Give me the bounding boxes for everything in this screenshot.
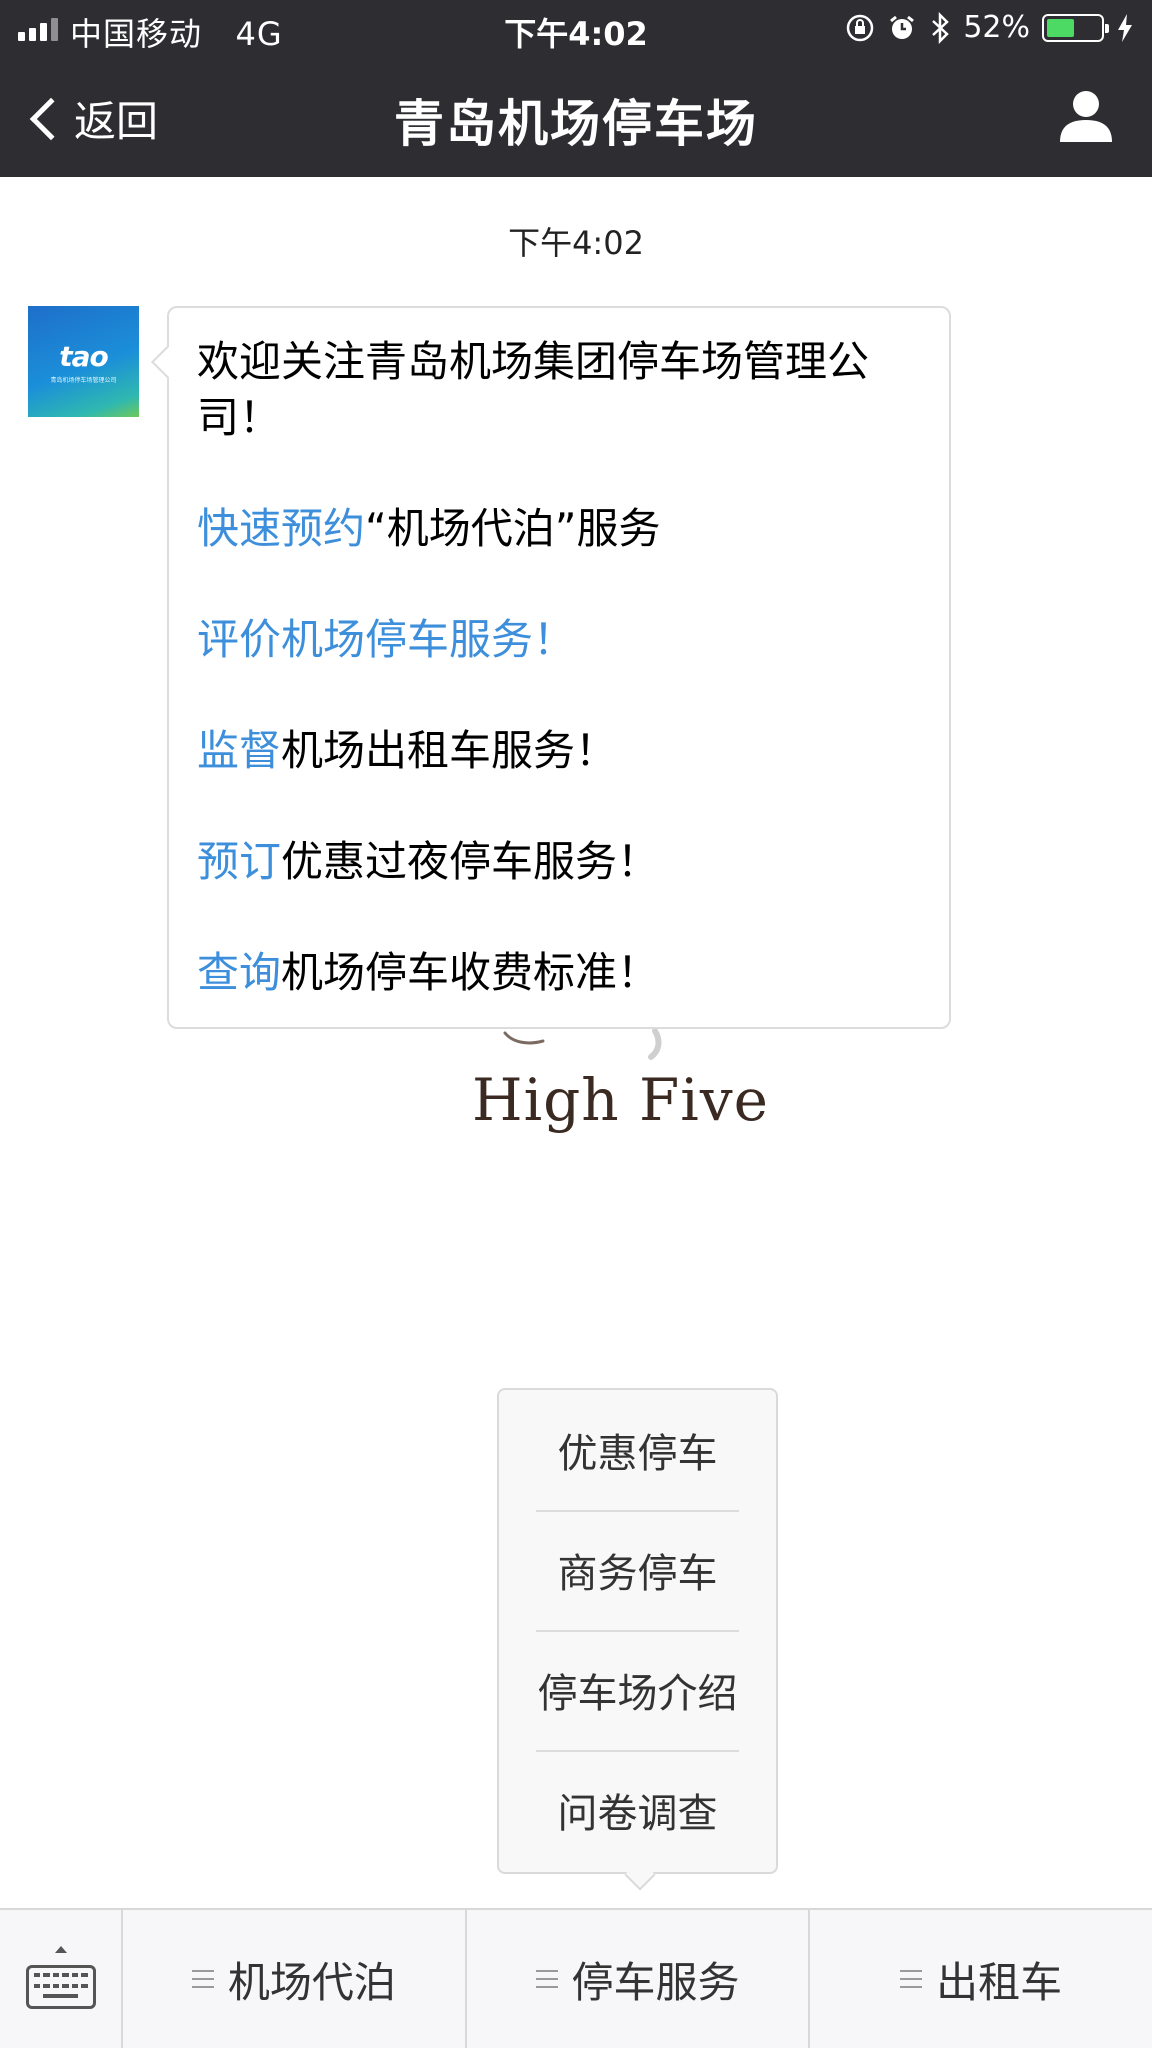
menu-lines-icon <box>191 1970 214 1988</box>
battery-percent: 52% <box>963 10 1030 45</box>
message-bubble: 欢迎关注青岛机场集团停车场管理公司！ 快速预约“机场代泊”服务 评价机场停车服务… <box>167 306 951 1029</box>
menu-item-valet-parking[interactable]: 机场代泊 <box>123 1910 467 2048</box>
message-line-review: 评价机场停车服务！ <box>197 612 923 668</box>
popup-item-parking-intro[interactable]: 停车场介绍 <box>499 1630 776 1750</box>
alarm-icon <box>890 15 915 39</box>
battery-icon <box>1042 14 1109 42</box>
menu-item-label: 停车服务 <box>571 1957 740 2007</box>
menu-item-label: 机场代泊 <box>227 1957 396 2007</box>
menu-lines-icon <box>900 1970 923 1988</box>
popup-item-business-parking[interactable]: 商务停车 <box>499 1510 776 1630</box>
bottom-menu-bar: 机场代泊 停车服务 出租车 <box>0 1908 1152 2048</box>
top-bar: 中国移动 4G 下午4:02 52% 返回 青岛机场停车场 <box>0 0 1152 177</box>
popup-item-survey[interactable]: 问卷调查 <box>499 1750 776 1870</box>
profile-icon[interactable] <box>1056 88 1116 144</box>
chat-timestamp: 下午4:02 <box>508 224 644 262</box>
message-line-text: “机场代泊”服务 <box>365 504 661 553</box>
nav-bar: 返回 青岛机场停车场 <box>0 58 1152 177</box>
charging-icon <box>1118 14 1132 42</box>
message-line-supervise: 监督机场出租车服务！ <box>197 723 923 779</box>
caret-up-icon <box>55 1946 67 1953</box>
battery-level <box>1047 19 1075 37</box>
sticker-text: High Five <box>472 1066 769 1134</box>
avatar-logo-text: tao <box>59 339 109 373</box>
popup-menu: 优惠停车 商务停车 停车场介绍 问卷调查 <box>497 1388 778 1874</box>
message-line-booking: 快速预约“机场代泊”服务 <box>197 501 923 557</box>
menu-item-taxi[interactable]: 出租车 <box>810 1910 1152 2048</box>
quick-booking-link[interactable]: 快速预约 <box>197 504 365 553</box>
popup-item-discount-parking[interactable]: 优惠停车 <box>499 1390 776 1510</box>
keyboard-toggle-button[interactable] <box>0 1910 123 2048</box>
query-link[interactable]: 查询 <box>197 948 281 997</box>
status-bar: 中国移动 4G 下午4:02 52% <box>0 0 1152 58</box>
message-line-text: 机场停车收费标准！ <box>281 948 660 997</box>
welcome-text: 欢迎关注青岛机场集团停车场管理公司！ <box>197 337 870 442</box>
message-line-reserve: 预订优惠过夜停车服务！ <box>197 834 923 890</box>
review-service-link[interactable]: 评价机场停车服务！ <box>197 615 575 664</box>
reserve-link[interactable]: 预订 <box>197 837 281 886</box>
avatar-sub-text: 青岛机场停车场管理公司 <box>50 376 117 384</box>
menu-lines-icon <box>535 1970 558 1988</box>
bluetooth-icon <box>932 12 950 44</box>
message-line-text: 机场出租车服务！ <box>281 726 618 775</box>
page-title: 青岛机场停车场 <box>394 95 758 153</box>
menu-item-label: 出租车 <box>936 1957 1063 2007</box>
keyboard-icon <box>25 1965 96 2009</box>
status-icons: 52% <box>845 9 1134 47</box>
orientation-lock-icon <box>847 14 874 42</box>
message-line-text: 优惠过夜停车服务！ <box>281 837 660 886</box>
avatar[interactable]: tao 青岛机场停车场管理公司 <box>28 306 139 417</box>
message-line-query: 查询机场停车收费标准！ <box>197 945 923 1001</box>
supervise-link[interactable]: 监督 <box>197 726 281 775</box>
menu-item-parking-service[interactable]: 停车服务 <box>467 1910 811 2048</box>
